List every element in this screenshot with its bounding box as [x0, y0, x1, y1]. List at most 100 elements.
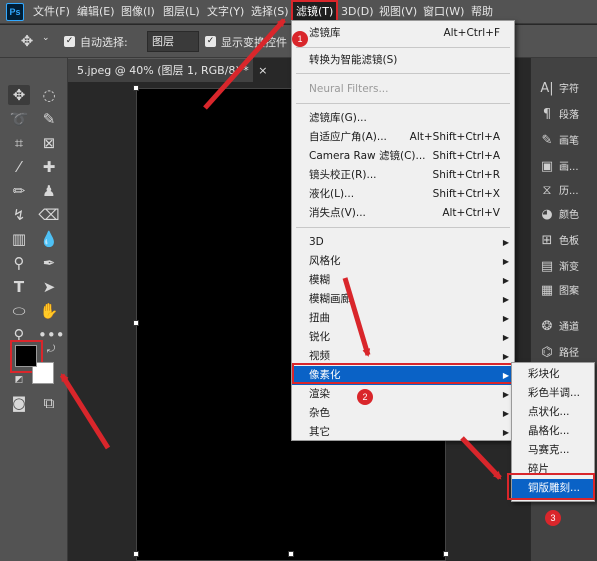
stamp-tool-icon[interactable]: ♟ — [38, 181, 60, 201]
auto-select-label: 自动选择: — [80, 36, 128, 49]
chevron-down-icon[interactable]: ⌄ — [42, 33, 50, 43]
transform-handle[interactable] — [133, 320, 139, 326]
move-tool-icon[interactable]: ✥ — [8, 85, 30, 105]
move-tool-icon[interactable]: ✥ — [16, 31, 38, 51]
crop-tool-icon[interactable]: ⌗ — [8, 133, 30, 153]
default-colors-icon[interactable]: ◩ — [8, 370, 30, 390]
menu-item-other[interactable]: 其它 ▶ — [292, 423, 514, 442]
menu-select[interactable]: 选择(S) — [248, 0, 292, 24]
panel-gradients[interactable]: ▤ 渐变 — [539, 256, 579, 278]
panel-brush[interactable]: ✎ 画笔 — [539, 130, 579, 152]
submenu-arrow-icon: ▶ — [502, 409, 509, 418]
menu-layer[interactable]: 图层(L) — [160, 0, 203, 24]
menu-item-blur-gallery[interactable]: 模糊画廊 ▶ — [292, 290, 514, 309]
screen-mode-icon[interactable]: ⧉ — [38, 393, 60, 413]
menu-item-distort[interactable]: 扭曲 ▶ — [292, 309, 514, 328]
menu-item-filter-gallery[interactable]: 滤镜库(G)... — [292, 109, 514, 128]
transform-handle[interactable] — [133, 85, 139, 91]
quick-select-tool-icon[interactable]: ✎ — [38, 109, 60, 129]
panel-swatches[interactable]: ⊞ 色板 — [539, 230, 579, 252]
menu-item-convert-smart-filter[interactable]: 转换为智能滤镜(S) — [292, 51, 514, 70]
panel-paths[interactable]: ⌬ 路径 — [539, 342, 579, 364]
menu-item-noise[interactable]: 杂色 ▶ — [292, 404, 514, 423]
annotation-badge-2: 2 — [357, 389, 373, 405]
history-icon: ⧖ — [542, 183, 552, 198]
type-tool-icon[interactable]: T — [8, 277, 30, 297]
swatches-icon: ⊞ — [541, 233, 553, 248]
menu-item-neural-filters: Neural Filters... — [309, 83, 389, 95]
eraser-tool-icon[interactable]: ⌫ — [38, 205, 60, 225]
lasso-tool-icon[interactable]: ➰ — [8, 109, 30, 129]
menu-file[interactable]: 文件(F) — [30, 0, 73, 24]
transform-handle[interactable] — [133, 551, 139, 557]
submenu-item-crystallize[interactable]: 晶格化... — [512, 422, 594, 441]
menu-separator — [296, 47, 510, 48]
submenu-item-pointillize[interactable]: 点状化... — [512, 403, 594, 422]
submenu-item-color-halftone[interactable]: 彩色半调... — [512, 384, 594, 403]
panel-history[interactable]: ⧖ 历... — [539, 180, 578, 202]
path-select-tool-icon[interactable]: ➤ — [38, 277, 60, 297]
channels-icon: ❂ — [541, 319, 553, 334]
menu-item-3d[interactable]: 3D ▶ — [292, 233, 514, 252]
menu-item-blur[interactable]: 模糊 ▶ — [292, 271, 514, 290]
blur-tool-icon[interactable]: 💧 — [38, 229, 60, 249]
transform-handle[interactable] — [288, 551, 294, 557]
submenu-item-facet[interactable]: 彩块化 — [512, 365, 594, 384]
menu-type[interactable]: 文字(Y) — [204, 0, 247, 24]
document-tab[interactable]: 5.jpeg @ 40% (图层 1, RGB/8) * × — [68, 58, 267, 82]
menu-item-filter-gallery-last[interactable]: 滤镜库 Alt+Ctrl+F — [292, 24, 514, 43]
brush-tool-icon[interactable]: ✏ — [8, 181, 30, 201]
menu-image[interactable]: 图像(I) — [118, 0, 158, 24]
panel-brush-settings[interactable]: ▣ 画... — [539, 156, 579, 178]
panel-channels[interactable]: ❂ 通道 — [539, 316, 579, 338]
pattern-icon: ▦ — [540, 283, 554, 298]
history-brush-icon[interactable]: ↯ — [8, 205, 30, 225]
quick-mask-icon[interactable]: ◙ — [8, 393, 30, 413]
submenu-arrow-icon: ▶ — [502, 295, 509, 304]
hand-tool-icon[interactable]: ✋ — [38, 301, 60, 321]
frame-tool-icon[interactable]: ⊠ — [38, 133, 60, 153]
gradient-tool-icon[interactable]: ▥ — [8, 229, 30, 249]
paths-icon: ⌬ — [541, 345, 553, 360]
panel-paragraph[interactable]: ¶ 段落 — [539, 104, 579, 126]
submenu-arrow-icon: ▶ — [502, 276, 509, 285]
menu-item-camera-raw[interactable]: Camera Raw 滤镜(C)... Shift+Ctrl+A — [292, 147, 514, 166]
color-icon: ◕ — [541, 207, 553, 222]
submenu-item-mosaic[interactable]: 马赛克... — [512, 441, 594, 460]
panel-color[interactable]: ◕ 颜色 — [539, 204, 579, 226]
foreground-color-swatch[interactable] — [15, 345, 37, 367]
menu-item-liquify[interactable]: 液化(L)... Shift+Ctrl+X — [292, 185, 514, 204]
auto-select-checkbox[interactable]: ✓ — [64, 36, 75, 47]
menu-item-vanishing-point[interactable]: 消失点(V)... Alt+Ctrl+V — [292, 204, 514, 223]
submenu-arrow-icon: ▶ — [502, 333, 509, 342]
dodge-tool-icon[interactable]: ⚲ — [8, 253, 30, 273]
eyedropper-tool-icon[interactable]: ⁄ — [8, 157, 30, 177]
close-tab-icon[interactable]: × — [258, 64, 267, 77]
character-icon: A| — [540, 81, 554, 96]
menu-item-stylize[interactable]: 风格化 ▶ — [292, 252, 514, 271]
submenu-arrow-icon: ▶ — [502, 390, 509, 399]
panel-character[interactable]: A| 字符 — [539, 78, 579, 100]
swap-colors-icon[interactable]: ⤾ — [40, 340, 62, 360]
show-transform-label: 显示变换控件 — [221, 36, 287, 49]
menu-item-adaptive-wide-angle[interactable]: 自适应广角(A)... Alt+Shift+Ctrl+A — [292, 128, 514, 147]
submenu-arrow-icon: ▶ — [502, 428, 509, 437]
gradient-icon: ▤ — [540, 259, 554, 274]
menu-edit[interactable]: 编辑(E) — [74, 0, 118, 24]
show-transform-checkbox[interactable]: ✓ — [205, 36, 216, 47]
pen-tool-icon[interactable]: ✒ — [38, 253, 60, 273]
menu-item-lens-correction[interactable]: 镜头校正(R)... Shift+Ctrl+R — [292, 166, 514, 185]
annotation-badge-1: 1 — [292, 31, 308, 47]
panel-patterns[interactable]: ▦ 图案 — [539, 280, 579, 302]
menu-separator — [296, 103, 510, 104]
menu-item-sharpen[interactable]: 锐化 ▶ — [292, 328, 514, 347]
healing-tool-icon[interactable]: ✚ — [38, 157, 60, 177]
photoshop-logo: Ps — [6, 3, 24, 21]
menu-item-render[interactable]: 渲染 ▶ — [292, 385, 514, 404]
submenu-arrow-icon: ▶ — [502, 238, 509, 247]
shape-tool-icon[interactable]: ⬭ — [8, 301, 30, 321]
transform-handle[interactable] — [443, 551, 449, 557]
auto-select-dropdown[interactable]: 图层 — [147, 31, 199, 52]
marquee-tool-icon[interactable]: ◌ — [38, 85, 60, 105]
document-title: 5.jpeg @ 40% (图层 1, RGB/8) * — [77, 64, 249, 77]
